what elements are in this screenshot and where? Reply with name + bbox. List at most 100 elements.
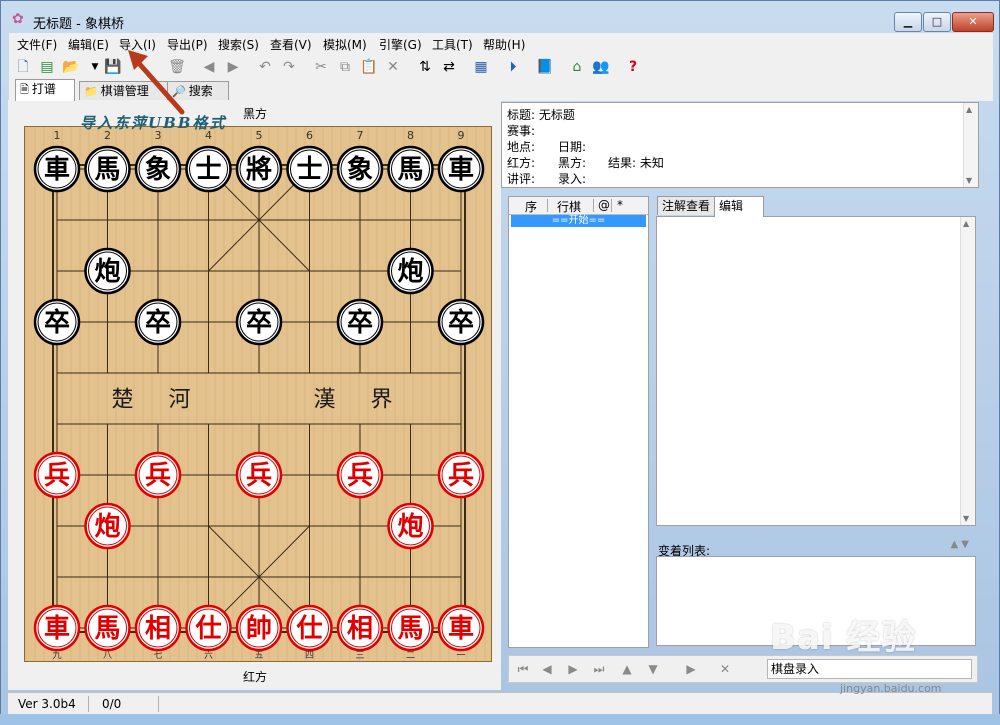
cut-icon[interactable]: ✂ [311,57,331,77]
red-piece[interactable]: 車 [437,604,485,652]
red-piece[interactable]: 仕 [185,604,232,652]
scroll-down-icon[interactable]: ▼ [966,176,972,185]
black-piece[interactable]: 象 [336,145,384,193]
move-list[interactable]: 序 行棋 @ * ==开始== [508,196,649,648]
black-piece[interactable]: 卒 [33,298,81,346]
red-piece[interactable]: 炮 [387,502,434,550]
stop-icon[interactable]: ✕ [715,660,735,678]
red-piece[interactable]: 兵 [33,451,81,499]
menu-view[interactable]: 查看(V) [270,36,312,53]
black-piece[interactable]: 象 [134,145,182,193]
black-piece-label: 象 [145,154,171,185]
title-bar[interactable]: ✿ 无标题 - 象棋桥 ▁ □ ✕ [1,1,999,33]
next-move-icon[interactable]: ▶ [563,660,583,678]
red-piece[interactable]: 馬 [84,604,131,652]
col-move[interactable]: 行棋 [557,198,581,215]
black-piece[interactable]: 卒 [134,298,182,346]
flip-vertical-icon[interactable]: ⇅ [415,57,435,77]
move-row-start[interactable]: ==开始== [511,215,646,227]
scroll-down-icon[interactable]: ▼ [963,514,969,523]
info-scrollbar[interactable]: ▲ ▼ [963,103,978,187]
black-piece[interactable]: 馬 [84,145,131,193]
top-file-number: 8 [407,129,414,142]
red-piece[interactable]: 帥 [235,604,283,652]
tab-edit[interactable]: 编辑 [714,196,764,217]
red-piece[interactable]: 炮 [84,502,131,550]
paste-icon[interactable]: 📋 [359,57,379,77]
help-icon[interactable]: ? [623,57,643,77]
menu-engine[interactable]: 引擎(G) [379,36,422,53]
black-piece[interactable]: 士 [286,145,333,193]
menu-file[interactable]: 文件(F) [17,36,57,53]
tab-play[interactable]: 🗎 打谱 [15,79,75,101]
maximize-button[interactable]: □ [923,12,951,32]
red-piece[interactable]: 兵 [336,451,384,499]
col-star[interactable]: * [617,198,623,212]
last-move-icon[interactable]: ⏭ [589,660,609,678]
xiangqi-board[interactable]: 123456789九八七六五四三二一楚 河漢 界車馬象士將士象馬車炮炮卒卒卒卒卒… [24,126,492,662]
red-piece[interactable]: 相 [134,604,182,652]
new-list-icon[interactable]: ▤ [37,57,57,77]
first-move-icon[interactable]: ⏮ [513,660,533,678]
minimize-button[interactable]: ▁ [894,12,922,32]
menu-tools[interactable]: 工具(T) [432,36,473,53]
black-piece[interactable]: 將 [235,145,283,193]
book-icon[interactable]: 📘 [535,57,555,77]
redo-icon[interactable]: ↷ [279,57,299,77]
black-piece[interactable]: 卒 [437,298,485,346]
watermark: Bai 经验 jingyan.baidu.com [770,610,942,695]
top-file-number: 1 [54,129,61,142]
forward-icon[interactable]: ▶ [223,57,243,77]
tab-view-notes[interactable]: 注解查看 [657,196,715,215]
variation-arrows-icon[interactable]: ▲ ▼ [950,539,969,550]
red-piece[interactable]: 仕 [286,604,333,652]
board-entry-field[interactable]: 棋盘录入 [767,659,972,679]
game-info-panel[interactable]: 标题: 无标题 赛事: 地点: 日期: 红方: 黑方: 结果: 未知 讲评: 录… [501,102,979,188]
users-icon[interactable]: 👥 [591,57,611,77]
menu-simulate[interactable]: 模拟(M) [323,36,367,53]
menu-search[interactable]: 搜索(S) [218,36,259,53]
new-file-icon[interactable]: 🗋 [13,57,33,77]
variation-up-icon[interactable]: ▲ [617,660,637,678]
black-piece[interactable]: 炮 [387,247,434,295]
black-piece[interactable]: 炮 [84,247,131,295]
black-piece[interactable]: 車 [33,145,81,193]
red-piece[interactable]: 馬 [387,604,434,652]
comment-editor[interactable]: ▲ ▼ [656,216,976,526]
col-index[interactable]: 序 [525,198,537,215]
black-piece-label: 炮 [94,256,120,287]
menu-help[interactable]: 帮助(H) [483,36,525,53]
col-at[interactable]: @ [598,198,610,212]
black-piece[interactable]: 卒 [336,298,384,346]
flip-horizontal-icon[interactable]: ⇄ [439,57,459,77]
back-icon[interactable]: ◀ [199,57,219,77]
variation-down-icon[interactable]: ▼ [643,660,663,678]
red-piece[interactable]: 兵 [437,451,485,499]
board-canvas[interactable]: 1 2 3 4 5 6 7 8 9九八七六五四三二一楚 河漢 界車馬象士將士象馬車炮 炮卒卒卒卒卒… [25,127,491,661]
close-button[interactable]: ✕ [952,12,994,32]
move-list-header: 序 行棋 @ * [509,197,648,215]
open-dropdown-icon[interactable]: ▼ [85,57,105,77]
black-piece[interactable]: 馬 [387,145,434,193]
menu-edit[interactable]: 编辑(E) [68,36,109,53]
red-piece[interactable]: 車 [33,604,81,652]
copy-icon[interactable]: ⧉ [335,57,355,77]
red-piece[interactable]: 相 [336,604,384,652]
home-icon[interactable]: ⌂ [567,57,587,77]
black-piece[interactable]: 卒 [235,298,283,346]
open-folder-icon[interactable]: 📂 [61,57,81,77]
remove-icon[interactable]: ✕ [383,57,403,77]
prev-move-icon[interactable]: ◀ [537,660,557,678]
red-piece[interactable]: 兵 [235,451,283,499]
autoplay-icon[interactable]: ▶ [681,660,701,678]
black-piece[interactable]: 士 [185,145,232,193]
scroll-up-icon[interactable]: ▲ [963,219,969,228]
play-engine-icon[interactable]: ⏵ [503,57,523,77]
undo-icon[interactable]: ↶ [255,57,275,77]
black-side-label: 黑方 [243,107,268,121]
board-grid-icon[interactable]: ▦ [471,57,491,77]
scroll-up-icon[interactable]: ▲ [966,105,972,114]
red-piece[interactable]: 兵 [134,451,182,499]
editor-scrollbar[interactable]: ▲ ▼ [960,217,975,525]
black-piece[interactable]: 車 [437,145,485,193]
